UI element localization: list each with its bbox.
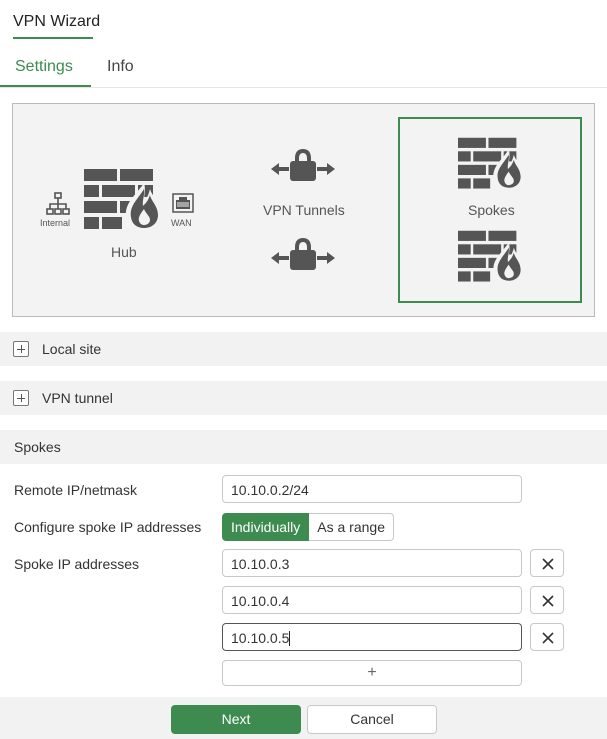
remove-spoke-ip-button[interactable]	[530, 586, 564, 614]
wan-port-icon	[172, 193, 194, 213]
spoke-ip-value: 10.10.0.5	[231, 630, 290, 646]
local-site-label: Local site	[42, 341, 102, 357]
spoke-ip-value: 10.10.0.4	[231, 593, 290, 609]
spoke-ip-addresses-label: Spoke IP addresses	[14, 556, 140, 572]
spokes-section: Spokes	[0, 430, 607, 464]
remote-ip-value: 10.10.0.2/24	[231, 482, 309, 498]
close-icon	[542, 558, 554, 570]
tab-info[interactable]: Info	[107, 58, 134, 76]
spoke-ip-input[interactable]: 10.10.0.5	[222, 623, 522, 651]
close-icon	[542, 632, 554, 644]
add-spoke-ip-button[interactable]: +	[222, 660, 522, 686]
remote-ip-input[interactable]: 10.10.0.2/24	[222, 475, 522, 503]
text-cursor	[289, 631, 291, 646]
configure-mode-toggle: Individually As a range	[222, 513, 394, 541]
tab-bar-divider	[0, 87, 607, 88]
title-underline	[13, 37, 93, 39]
configure-spoke-ip-label: Configure spoke IP addresses	[14, 519, 202, 535]
vpn-tunnels-label: VPN Tunnels	[263, 202, 345, 218]
firewall-icon	[458, 230, 524, 284]
firewall-icon	[458, 137, 524, 191]
network-icon	[46, 192, 70, 215]
cancel-button[interactable]: Cancel	[307, 705, 437, 734]
close-icon	[542, 595, 554, 607]
wizard-title: VPN Wizard	[13, 13, 101, 30]
internal-label: Internal	[40, 218, 71, 228]
expand-icon[interactable]	[13, 341, 29, 357]
lock-arrows-icon	[271, 149, 335, 181]
expand-icon[interactable]	[13, 390, 29, 406]
vpn-tunnel-label: VPN tunnel	[42, 390, 113, 406]
hub-label: Hub	[111, 244, 137, 260]
spokes-highlight: Spokes	[398, 117, 582, 303]
spokes-section-label: Spokes	[14, 439, 61, 455]
wan-label: WAN	[171, 218, 192, 228]
local-site-section[interactable]: Local site	[0, 332, 607, 366]
spoke-ip-value: 10.10.0.3	[231, 556, 290, 572]
topology-diagram: Internal Hub WAN VPN Tunnels Spokes	[12, 103, 595, 317]
remote-ip-label: Remote IP/netmask	[14, 482, 137, 498]
individually-option[interactable]: Individually	[222, 513, 310, 541]
vpn-tunnel-section[interactable]: VPN tunnel	[0, 381, 607, 415]
firewall-icon	[84, 169, 162, 231]
tab-bar: Settings Info	[0, 48, 607, 88]
spokes-label: Spokes	[468, 202, 515, 218]
as-a-range-option[interactable]: As a range	[309, 513, 394, 541]
remove-spoke-ip-button[interactable]	[530, 549, 564, 577]
lock-arrows-icon	[271, 238, 335, 270]
wizard-footer: Next Cancel	[0, 697, 607, 739]
next-button[interactable]: Next	[171, 705, 301, 734]
remove-spoke-ip-button[interactable]	[530, 623, 564, 651]
tab-settings[interactable]: Settings	[15, 58, 73, 76]
spoke-ip-input[interactable]: 10.10.0.3	[222, 549, 522, 577]
spoke-ip-input[interactable]: 10.10.0.4	[222, 586, 522, 614]
